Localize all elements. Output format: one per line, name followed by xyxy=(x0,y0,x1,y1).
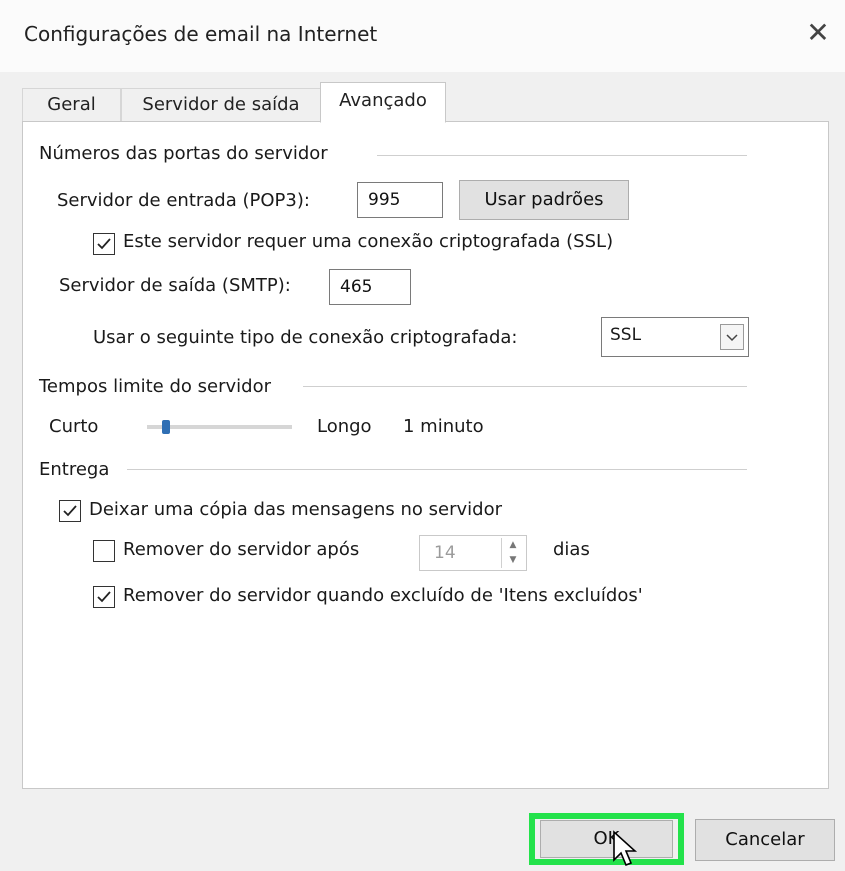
spin-down-icon[interactable]: ▼ xyxy=(502,553,524,568)
timeouts-group-divider xyxy=(303,386,747,387)
encryption-type-value: SSL xyxy=(610,325,642,345)
remove-when-deleted-checkbox[interactable] xyxy=(93,586,115,608)
spin-up-icon[interactable]: ▲ xyxy=(502,538,524,553)
remove-after-days-value: 14 xyxy=(434,543,456,563)
use-defaults-button[interactable]: Usar padrões xyxy=(459,180,629,220)
timeouts-group-title: Tempos limite do servidor xyxy=(39,376,271,397)
remove-after-label: Remover do servidor após xyxy=(123,539,360,560)
ssl-required-checkbox[interactable] xyxy=(93,233,115,255)
mouse-cursor-icon xyxy=(613,830,638,867)
check-icon xyxy=(97,238,111,250)
delivery-group-title: Entrega xyxy=(39,459,110,480)
email-settings-dialog: Configurações de email na Internet ✕ Ger… xyxy=(0,0,845,871)
dialog-title: Configurações de email na Internet xyxy=(24,22,378,46)
leave-copy-label: Deixar uma cópia das mensagens no servid… xyxy=(89,499,502,520)
timeout-slider-thumb[interactable] xyxy=(161,420,170,434)
tab-geral[interactable]: Geral xyxy=(22,88,121,122)
advanced-panel: Números das portas do servidor Servidor … xyxy=(22,121,829,789)
tab-servidor-de-saida[interactable]: Servidor de saída xyxy=(121,88,321,122)
ports-group-divider xyxy=(377,155,747,156)
encryption-type-label: Usar o seguinte tipo de conexão criptogr… xyxy=(93,327,518,348)
outgoing-port-input[interactable]: 465 xyxy=(329,269,411,305)
chevron-down-icon[interactable] xyxy=(720,324,744,350)
check-icon xyxy=(63,505,77,517)
encryption-type-select[interactable]: SSL xyxy=(601,317,749,357)
remove-after-checkbox[interactable] xyxy=(93,540,115,562)
outgoing-port-label: Servidor de saída (SMTP): xyxy=(59,275,291,296)
tab-avancado[interactable]: Avançado xyxy=(320,82,446,123)
ssl-required-label: Este servidor requer uma conexão criptog… xyxy=(123,231,614,252)
cancel-button[interactable]: Cancelar xyxy=(695,819,835,861)
days-label: dias xyxy=(553,539,590,560)
timeout-long-label: Longo xyxy=(317,416,372,437)
timeout-value-label: 1 minuto xyxy=(403,416,484,437)
close-icon[interactable]: ✕ xyxy=(803,16,833,50)
remove-when-deleted-label: Remover do servidor quando excluído de '… xyxy=(123,585,643,606)
delivery-group-divider xyxy=(127,469,747,470)
check-icon xyxy=(97,591,111,603)
remove-after-days-stepper[interactable]: 14 ▲ ▼ xyxy=(419,535,527,571)
leave-copy-checkbox[interactable] xyxy=(59,500,81,522)
ports-group-title: Números das portas do servidor xyxy=(39,143,328,164)
ok-button-highlight xyxy=(529,813,684,865)
title-bar: Configurações de email na Internet ✕ xyxy=(0,0,845,72)
timeout-short-label: Curto xyxy=(49,416,99,437)
incoming-port-input[interactable]: 995 xyxy=(357,182,443,218)
incoming-port-label: Servidor de entrada (POP3): xyxy=(57,190,310,211)
